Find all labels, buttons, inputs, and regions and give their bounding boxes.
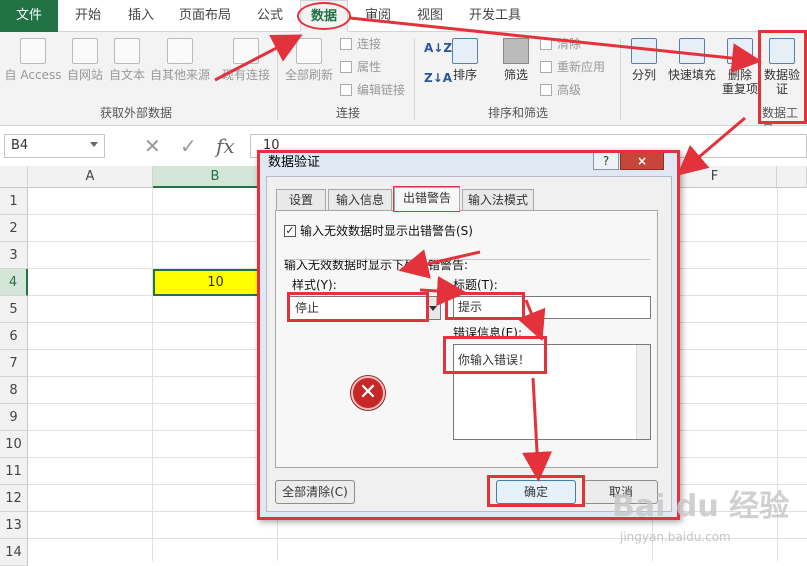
refresh-all-button[interactable]: 全部刷新 bbox=[282, 38, 336, 82]
filter-funnel-icon bbox=[503, 38, 529, 64]
text-file-icon bbox=[114, 38, 140, 64]
existing-connections-button[interactable]: 现有连接 bbox=[218, 38, 274, 82]
tab-review[interactable]: 审阅 bbox=[354, 0, 402, 32]
advanced-filter-button[interactable]: 高级 bbox=[540, 82, 581, 98]
connections-button[interactable]: 连接 bbox=[340, 36, 381, 52]
highlight-box-title bbox=[445, 292, 525, 320]
tab-insert[interactable]: 插入 bbox=[116, 0, 166, 32]
web-icon bbox=[72, 38, 98, 64]
ribbon: 自 Access 自网站 自文本 自其他来源 现有连接 获取外部数据 全部刷新 … bbox=[0, 32, 807, 137]
highlight-box-ok bbox=[487, 475, 585, 507]
from-other-sources-button[interactable]: 自其他来源 bbox=[148, 38, 212, 82]
row-header[interactable]: 10 bbox=[0, 431, 28, 458]
clear-icon bbox=[540, 38, 552, 50]
row-header[interactable]: 9 bbox=[0, 404, 28, 431]
refresh-icon bbox=[296, 38, 322, 64]
select-all-corner[interactable] bbox=[0, 166, 28, 188]
group-label-connections: 连接 bbox=[336, 106, 361, 120]
tab-view[interactable]: 视图 bbox=[406, 0, 454, 32]
tab-formulas[interactable]: 公式 bbox=[246, 0, 294, 32]
group-label-sort-filter: 排序和筛选 bbox=[488, 106, 549, 120]
name-box-dropdown-icon[interactable] bbox=[90, 142, 98, 147]
row-header[interactable]: 11 bbox=[0, 458, 28, 485]
watermark-url: jingyan.baidu.com bbox=[620, 530, 731, 544]
row-header[interactable]: 13 bbox=[0, 512, 28, 539]
tab-page-layout[interactable]: 页面布局 bbox=[170, 0, 240, 32]
row-header[interactable]: 7 bbox=[0, 350, 28, 377]
highlight-box-style bbox=[287, 292, 429, 322]
advanced-icon bbox=[540, 84, 552, 96]
clear-filter-button[interactable]: 清除 bbox=[540, 36, 581, 52]
edit-links-button[interactable]: 编辑链接 bbox=[340, 82, 405, 98]
row-header[interactable]: 5 bbox=[0, 296, 28, 323]
row-header-active[interactable]: 4 bbox=[0, 269, 28, 296]
from-access-button[interactable]: 自 Access bbox=[2, 38, 64, 82]
other-sources-icon bbox=[167, 38, 193, 64]
row-header[interactable]: 12 bbox=[0, 485, 28, 512]
highlight-box-error-message bbox=[443, 336, 547, 374]
cancel-icon[interactable]: ✕ bbox=[144, 134, 161, 158]
grid-line bbox=[152, 188, 153, 561]
ribbon-tab-bar: 文件 开始 插入 页面布局 公式 数据 审阅 视图 开发工具 bbox=[0, 0, 807, 32]
properties-button[interactable]: 属性 bbox=[340, 59, 381, 75]
row-header[interactable]: 8 bbox=[0, 377, 28, 404]
highlight-box-dialog bbox=[257, 150, 680, 520]
access-icon bbox=[20, 38, 46, 64]
ribbon-separator bbox=[620, 38, 621, 120]
edit-links-icon bbox=[340, 84, 352, 96]
remove-duplicates-button[interactable]: 删除 重复项 bbox=[718, 38, 762, 96]
from-text-button[interactable]: 自文本 bbox=[106, 38, 148, 82]
remove-duplicates-icon bbox=[727, 38, 753, 64]
row-header[interactable]: 14 bbox=[0, 539, 28, 566]
from-web-button[interactable]: 自网站 bbox=[64, 38, 106, 82]
enter-check-icon[interactable]: ✓ bbox=[180, 134, 197, 158]
insert-function-icon[interactable]: fx bbox=[216, 134, 235, 158]
flash-fill-button[interactable]: 快速填充 bbox=[664, 38, 720, 82]
highlight-box-data-validation bbox=[758, 30, 807, 124]
row-header[interactable]: 1 bbox=[0, 188, 28, 215]
ribbon-separator bbox=[414, 38, 415, 120]
flash-fill-icon bbox=[679, 38, 705, 64]
ribbon-separator bbox=[277, 38, 278, 120]
text-to-columns-button[interactable]: 分列 bbox=[626, 38, 662, 82]
highlight-circle-data-tab bbox=[297, 2, 351, 30]
group-label-external: 获取外部数据 bbox=[100, 106, 173, 120]
row-header[interactable]: 3 bbox=[0, 242, 28, 269]
baidu-watermark: Bai du 经验 bbox=[612, 489, 790, 524]
filter-button[interactable]: 筛选 bbox=[498, 38, 534, 82]
link-icon bbox=[340, 38, 352, 50]
row-header[interactable]: 6 bbox=[0, 323, 28, 350]
connections-icon bbox=[233, 38, 259, 64]
split-icon bbox=[631, 38, 657, 64]
properties-icon bbox=[340, 61, 352, 73]
tab-home[interactable]: 开始 bbox=[60, 0, 116, 32]
column-header-a[interactable]: A bbox=[28, 166, 153, 188]
row-header[interactable]: 2 bbox=[0, 215, 28, 242]
tab-error-alert[interactable]: 出错警告 bbox=[394, 187, 460, 211]
reapply-button[interactable]: 重新应用 bbox=[540, 59, 605, 75]
tab-file[interactable]: 文件 bbox=[0, 0, 58, 32]
tab-developer[interactable]: 开发工具 bbox=[462, 0, 528, 32]
reapply-icon bbox=[540, 61, 552, 73]
sort-button[interactable]: 排序 bbox=[448, 38, 482, 82]
sort-icon bbox=[452, 38, 478, 64]
